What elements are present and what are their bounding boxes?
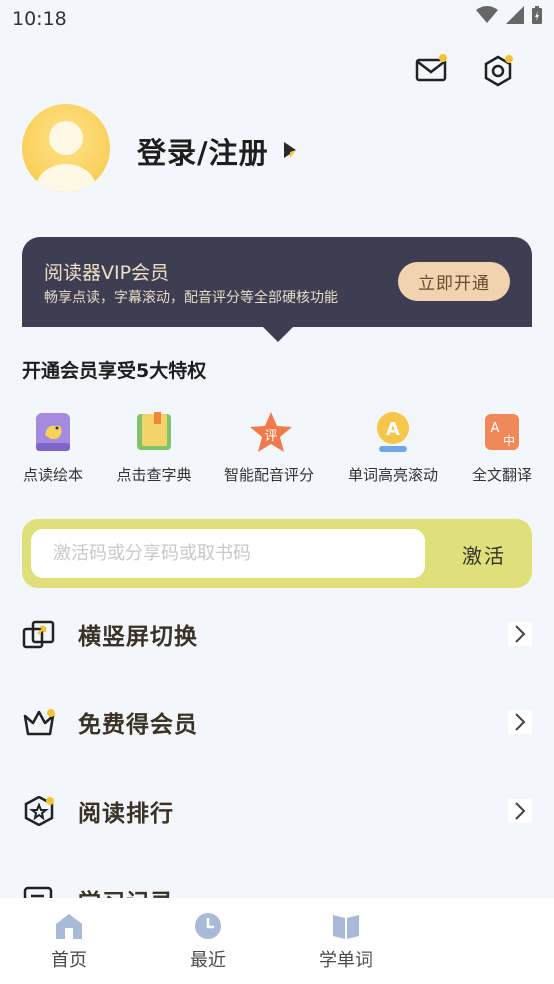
privilege-label: 单词高亮滚动 [347,466,438,484]
wifi-icon [476,6,498,23]
play-triangle-icon [284,142,296,158]
svg-text:A: A [386,419,400,440]
star-score-icon: 评 [249,410,292,454]
signal-icon [506,6,524,24]
vip-open-button[interactable]: 立即开通 [398,262,510,301]
privilege-item[interactable]: 点读绘本 [0,410,108,485]
activation-bar: 激活 [22,519,532,588]
privilege-label: 点读绘本 [22,466,83,484]
chevron-right-icon [508,799,532,823]
menu-item-screen-rotate[interactable]: 横竖屏切换 [0,589,554,677]
settings-badge [505,55,513,63]
mail-badge [439,54,447,62]
activation-code-input[interactable] [31,529,425,578]
vip-banner-pointer [261,325,295,342]
book-icon [333,915,359,939]
login-register-link[interactable]: 登录/注册 [137,130,269,172]
privilege-label: 点击查字典 [116,466,192,484]
status-icons [476,6,542,24]
menu-item-label: 横竖屏切换 [78,624,198,650]
privilege-item[interactable]: 评 智能配音评分 [214,410,324,485]
user-avatar-icon [36,121,96,192]
menu-item-reading-ranking[interactable]: 阅读排行 [0,766,554,854]
privilege-item[interactable]: 点击查字典 [99,410,209,485]
ranking-icon [24,796,54,826]
crown-icon [23,709,55,736]
nav-label: 最近 [190,950,226,971]
word-highlight-icon: A [373,410,413,454]
svg-text:评: 评 [264,429,277,444]
privilege-label: 全文翻译 [471,466,532,484]
menu-item-free-member[interactable]: 免费得会员 [0,677,554,765]
battery-icon [532,6,542,24]
picture-book-icon [33,410,73,454]
menu-item-label: 免费得会员 [78,712,198,738]
vip-banner: 阅读器VIP会员 畅享点读，字幕滚动，配音评分等全部硬核功能 立即开通 [22,237,532,327]
vip-title: 阅读器VIP会员 [44,262,170,284]
nav-recent[interactable]: 最近 [168,912,248,972]
activate-button[interactable]: 激活 [462,540,506,569]
nav-fade-overlay [360,898,554,984]
nav-home[interactable]: 首页 [29,912,109,972]
chevron-right-icon [508,710,532,734]
settings-button[interactable] [480,53,516,89]
nav-label: 首页 [51,950,87,971]
svg-text:中: 中 [503,433,515,448]
svg-text:A: A [491,421,500,436]
privilege-label: 智能配音评分 [223,466,314,484]
mail-button[interactable] [413,52,449,88]
status-time: 10:18 [12,8,67,30]
privilege-item[interactable]: A 单词高亮滚动 [338,410,448,485]
clock-icon [195,913,221,939]
home-icon [56,914,82,939]
dictionary-icon [134,410,174,454]
privileges-title: 开通会员享受5大特权 [22,360,207,382]
translate-icon: A中 [482,410,522,454]
chevron-right-icon [508,622,532,646]
menu-item-label: 阅读排行 [78,801,174,827]
avatar[interactable] [22,104,110,192]
screen-rotate-icon [22,620,55,649]
vip-subtitle: 畅享点读，字幕滚动，配音评分等全部硬核功能 [44,290,338,306]
privilege-item[interactable]: A中 全文翻译 [447,410,554,485]
